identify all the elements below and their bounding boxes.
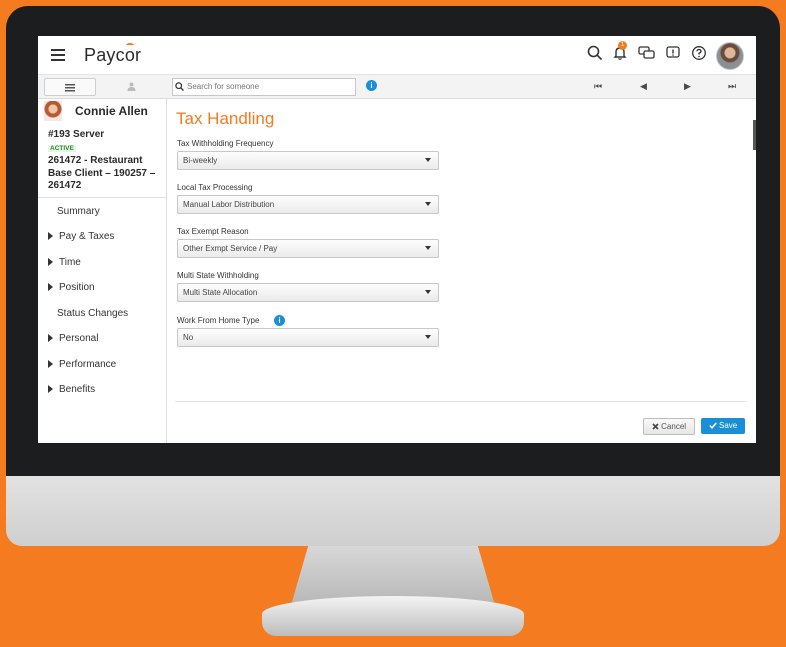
dropdown-arrow-icon <box>425 246 431 250</box>
sidebar-item-performance[interactable]: Performance <box>48 358 116 372</box>
tax-withholding-frequency-select[interactable]: Bi-weekly <box>177 151 439 170</box>
scrollbar[interactable] <box>753 120 756 150</box>
employee-name: Connie Allen <box>75 104 148 118</box>
tax-exempt-reason-select[interactable]: Other Exmpt Service / Pay <box>177 239 439 258</box>
sidebar-item-time[interactable]: Time <box>48 256 81 270</box>
user-avatar[interactable] <box>716 42 744 70</box>
sidebar-item-summary[interactable]: Summary <box>57 205 100 219</box>
previous-record-icon[interactable]: ◀ <box>640 79 647 93</box>
app-screen: Paycor 1 i ⏮ <box>38 36 756 443</box>
sidebar-divider <box>38 197 166 198</box>
sidebar-item-position[interactable]: Position <box>48 281 95 295</box>
check-icon <box>708 422 717 429</box>
work-from-home-type-select[interactable]: No <box>177 328 439 347</box>
caret-right-icon <box>48 334 53 343</box>
tax-handling-form: Tax Handling Tax Withholding Frequency B… <box>174 99 756 443</box>
first-record-icon[interactable]: ⏮ <box>594 79 602 93</box>
hamburger-menu-icon[interactable] <box>51 49 65 61</box>
dropdown-arrow-icon <box>425 202 431 206</box>
save-button[interactable]: Save <box>701 418 745 434</box>
list-view-icon[interactable] <box>44 78 96 96</box>
caret-right-icon <box>48 283 53 292</box>
page-title: Tax Handling <box>176 109 275 128</box>
multi-state-withholding-select[interactable]: Multi State Allocation <box>177 283 439 302</box>
person-view-icon[interactable] <box>106 78 156 94</box>
local-tax-processing-select[interactable]: Manual Labor Distribution <box>177 195 439 214</box>
last-record-icon[interactable]: ⏭ <box>728 79 736 93</box>
top-bar: Paycor 1 <box>38 36 756 75</box>
cancel-button[interactable]: Cancel <box>643 418 695 435</box>
dropdown-arrow-icon <box>425 158 431 162</box>
employee-role: #193 Server <box>48 129 105 140</box>
monitor-chin <box>6 476 780 546</box>
sidebar-item-status-changes[interactable]: Status Changes <box>57 307 128 321</box>
work-from-home-type-label: Work From Home Type <box>177 316 260 325</box>
caret-right-icon <box>48 385 53 394</box>
caret-right-icon <box>48 258 53 267</box>
dropdown-arrow-icon <box>425 290 431 294</box>
info-icon[interactable]: i <box>274 315 285 326</box>
tax-withholding-frequency-label: Tax Withholding Frequency <box>177 139 274 148</box>
monitor-foot <box>262 596 524 636</box>
feedback-icon[interactable] <box>663 45 683 65</box>
dropdown-arrow-icon <box>425 335 431 339</box>
tax-exempt-reason-label: Tax Exempt Reason <box>177 227 249 236</box>
multi-state-withholding-label: Multi State Withholding <box>177 271 259 280</box>
close-icon <box>652 423 659 430</box>
sidebar-item-pay-taxes[interactable]: Pay & Taxes <box>48 230 114 244</box>
caret-right-icon <box>48 232 53 241</box>
employee-client: 261472 - Restaurant Base Client – 190257… <box>48 155 156 191</box>
local-tax-processing-label: Local Tax Processing <box>177 183 253 192</box>
form-divider <box>175 401 746 402</box>
next-record-icon[interactable]: ▶ <box>684 79 691 93</box>
search-icon <box>175 79 184 95</box>
caret-right-icon <box>48 360 53 369</box>
chat-icon[interactable] <box>637 45 657 65</box>
paycor-logo[interactable]: Paycor <box>84 45 141 66</box>
sidebar-item-benefits[interactable]: Benefits <box>48 383 95 397</box>
monitor-neck <box>292 546 494 602</box>
help-icon[interactable] <box>689 45 709 65</box>
info-icon[interactable]: i <box>366 80 377 91</box>
employee-photo <box>44 101 62 121</box>
search-icon[interactable] <box>585 45 605 65</box>
status-badge: ACTIVE <box>48 145 76 152</box>
sub-toolbar: i ⏮ ◀ ▶ ⏭ <box>38 75 756 99</box>
employee-sidebar: Connie Allen #193 Server ACTIVE 261472 -… <box>38 99 167 443</box>
sidebar-item-personal[interactable]: Personal <box>48 332 98 346</box>
notification-badge: 1 <box>618 41 627 50</box>
employee-search <box>172 78 356 96</box>
search-input[interactable] <box>187 80 351 92</box>
